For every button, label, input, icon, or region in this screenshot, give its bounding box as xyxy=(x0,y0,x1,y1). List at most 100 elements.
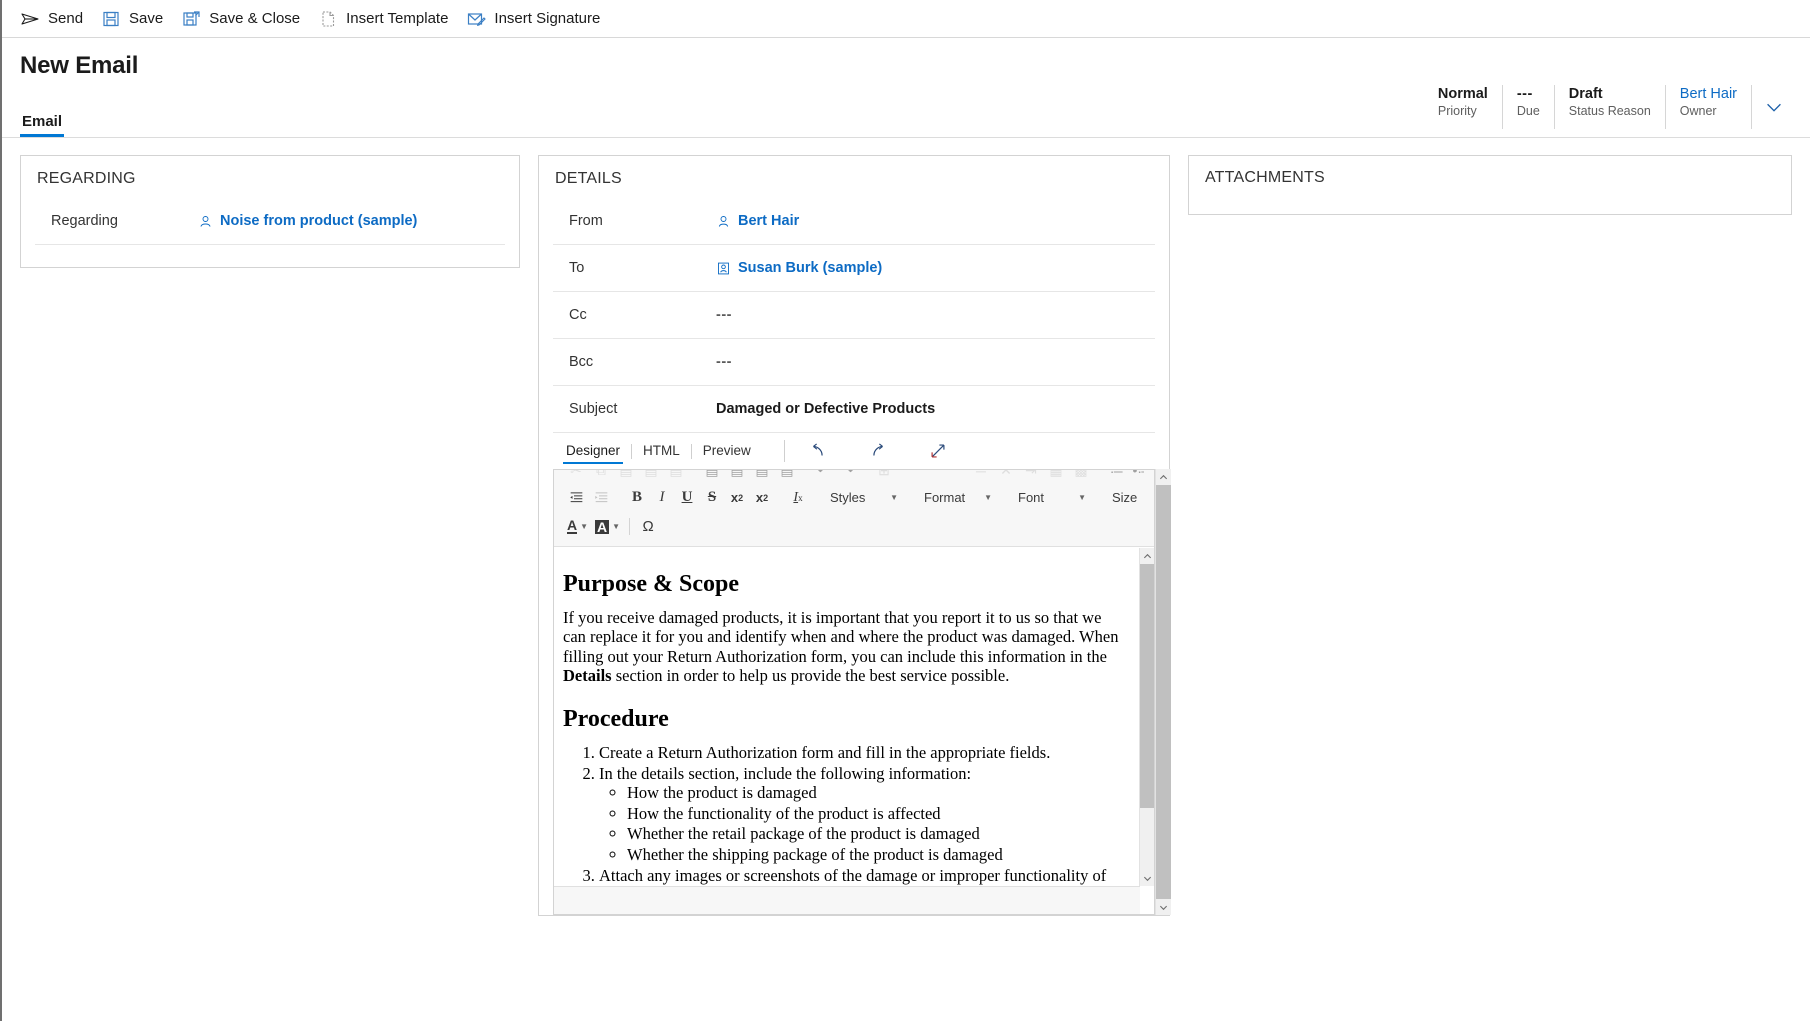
decrease-indent-icon[interactable] xyxy=(564,485,588,510)
format-dropdown[interactable]: Format ▼ xyxy=(916,485,998,510)
content-heading-procedure: Procedure xyxy=(563,706,1122,733)
cut-icon[interactable]: ✂ xyxy=(564,470,588,483)
remove-format-icon[interactable]: ✕ xyxy=(994,470,1018,483)
align-justify-icon[interactable]: ▤ xyxy=(775,470,799,483)
status-due[interactable]: --- Due xyxy=(1503,85,1555,129)
table-icon[interactable]: ⊞ xyxy=(872,470,896,483)
chevron-down-icon xyxy=(1763,96,1785,118)
field-value-cc[interactable]: --- xyxy=(716,307,732,323)
content-sub-list: How the product is damaged How the funct… xyxy=(599,783,1122,865)
superscript-icon[interactable]: x2 xyxy=(750,485,774,510)
field-value-regarding-text: Noise from product (sample) xyxy=(220,213,417,229)
save-and-close-button-label: Save & Close xyxy=(209,10,300,27)
italic-icon[interactable]: I xyxy=(650,485,674,510)
horizontal-rule-icon[interactable]: ─ xyxy=(969,470,993,483)
redo-button[interactable] xyxy=(861,437,895,465)
status-reason[interactable]: Draft Status Reason xyxy=(1555,85,1666,129)
scroll-down-arrow-icon[interactable] xyxy=(1156,899,1171,915)
align-center-icon[interactable]: ▤ xyxy=(725,470,749,483)
save-disk-icon xyxy=(101,9,121,29)
tab-email[interactable]: Email xyxy=(20,107,64,137)
regarding-section-title: REGARDING xyxy=(21,156,519,198)
list-item: Whether the shipping package of the prod… xyxy=(627,845,1122,865)
numbered-list-icon[interactable]: ≔ xyxy=(1105,470,1129,483)
regarding-column: REGARDING Regarding Noise from product (… xyxy=(20,155,520,268)
details-section: DETAILS From Bert Hair To xyxy=(538,155,1170,916)
undo-icon xyxy=(808,441,828,461)
field-value-bcc[interactable]: --- xyxy=(716,354,732,370)
list-item: How the product is damaged xyxy=(627,783,1122,803)
status-priority-label: Priority xyxy=(1438,103,1488,120)
field-value-regarding[interactable]: Noise from product (sample) xyxy=(198,213,417,229)
field-label-cc: Cc xyxy=(553,307,716,323)
undo-button[interactable] xyxy=(801,437,835,465)
page-title: New Email xyxy=(20,52,138,80)
editor-tab-preview-label: Preview xyxy=(703,443,751,458)
send-icon xyxy=(20,9,40,29)
font-dropdown[interactable]: Font ▼ xyxy=(1010,485,1092,510)
editor-panel-scroll-track[interactable] xyxy=(1156,485,1171,899)
header-expand-button[interactable] xyxy=(1756,85,1792,129)
quote-open-icon[interactable]: ❝ xyxy=(908,470,932,483)
contact-person-icon xyxy=(198,214,213,229)
status-reason-label: Status Reason xyxy=(1569,103,1651,120)
insert-template-button[interactable]: Insert Template xyxy=(314,4,462,34)
list-item: Whether the retail package of the produc… xyxy=(627,824,1122,844)
styles-dropdown[interactable]: Styles ▼ xyxy=(822,485,904,510)
paste-word-icon[interactable]: ▤ xyxy=(664,470,688,483)
field-row-cc: Cc --- xyxy=(553,292,1155,339)
underline-icon[interactable]: U xyxy=(675,485,699,510)
field-row-from: From Bert Hair xyxy=(553,198,1155,245)
undo-small-icon[interactable]: ↶ xyxy=(811,470,835,483)
text-color-icon[interactable]: A▼ xyxy=(564,514,591,539)
rte-sep-8 xyxy=(629,518,630,535)
insert-signature-button[interactable]: Insert Signature xyxy=(462,4,614,34)
save-button[interactable]: Save xyxy=(97,4,177,34)
field-value-from[interactable]: Bert Hair xyxy=(716,213,799,229)
paste-text-icon[interactable]: ▤ xyxy=(639,470,663,483)
image-icon[interactable]: ▩ xyxy=(1069,470,1093,483)
quote-close-icon[interactable]: ❞ xyxy=(933,470,957,483)
align-right-icon[interactable]: ▤ xyxy=(750,470,774,483)
editor-tab-html[interactable]: HTML xyxy=(632,439,691,464)
status-owner[interactable]: Bert Hair Owner xyxy=(1666,85,1752,129)
styles-dropdown-label: Styles xyxy=(830,490,865,505)
save-and-close-button[interactable]: Save & Close xyxy=(177,4,314,34)
editor-panel-scroll-thumb[interactable] xyxy=(1156,485,1171,899)
field-row-bcc: Bcc --- xyxy=(553,339,1155,386)
field-value-subject[interactable]: Damaged or Defective Products xyxy=(716,401,935,417)
paste-icon[interactable]: ▤ xyxy=(614,470,638,483)
grid-icon[interactable]: ▦ xyxy=(1044,470,1068,483)
background-color-icon[interactable]: A▼ xyxy=(592,514,623,539)
align-left-icon[interactable]: ▤ xyxy=(700,470,724,483)
font-dropdown-label: Font xyxy=(1018,490,1044,505)
special-character-icon[interactable]: Ω xyxy=(636,514,660,539)
indent-icon[interactable]: ⇥ xyxy=(1019,470,1043,483)
copy-icon[interactable]: ⧉ xyxy=(589,470,613,483)
remove-formatting-icon[interactable]: Ix xyxy=(786,485,810,510)
field-row-regarding: Regarding Noise from product (sample) xyxy=(35,198,505,245)
status-priority[interactable]: Normal Priority xyxy=(1424,85,1503,129)
send-button[interactable]: Send xyxy=(16,4,97,34)
rte-toolbar-row-main: B I U S x2 x2 Ix Styles xyxy=(564,483,1144,512)
rte-toolbar-row-color: A▼ A▼ Ω xyxy=(564,512,1144,541)
save-button-label: Save xyxy=(129,10,163,27)
strikethrough-icon[interactable]: S xyxy=(700,485,724,510)
rte-content-area[interactable]: Purpose & Scope If you receive damaged p… xyxy=(554,548,1140,886)
editor-panel-scrollbar[interactable] xyxy=(1155,469,1170,915)
editor-tab-designer[interactable]: Designer xyxy=(555,439,631,464)
redo-small-icon[interactable]: ↷ xyxy=(836,470,860,483)
contact-card-icon xyxy=(716,261,731,276)
increase-indent-icon[interactable] xyxy=(589,485,613,510)
status-owner-value[interactable]: Bert Hair xyxy=(1680,85,1737,103)
tab-email-label: Email xyxy=(22,113,62,130)
form-body: REGARDING Regarding Noise from product (… xyxy=(2,138,1810,1020)
subscript-icon[interactable]: x2 xyxy=(725,485,749,510)
maximize-editor-button[interactable] xyxy=(921,437,955,465)
header-status-strip: Normal Priority --- Due Draft Status Rea… xyxy=(1424,85,1792,129)
bold-icon[interactable]: B xyxy=(625,485,649,510)
content-paragraph-intro-bold: Details xyxy=(563,666,612,685)
editor-tab-preview[interactable]: Preview xyxy=(692,439,762,464)
scroll-up-arrow-icon[interactable] xyxy=(1156,469,1171,485)
field-value-to[interactable]: Susan Burk (sample) xyxy=(716,260,882,276)
